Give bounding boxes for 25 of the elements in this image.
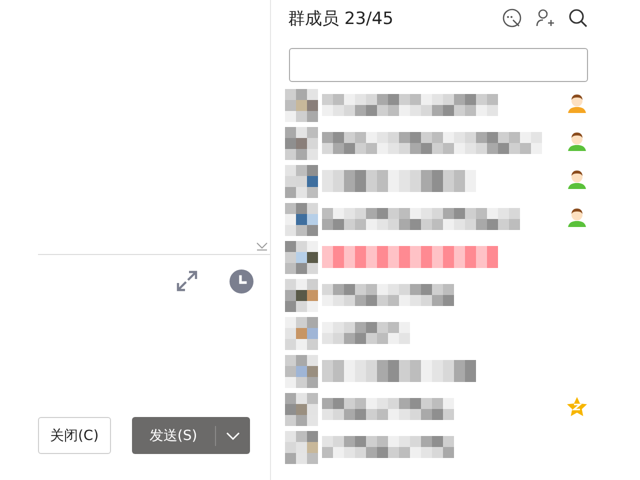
chat-off-icon[interactable] bbox=[502, 8, 522, 28]
send-button[interactable]: 发送(S) bbox=[132, 417, 250, 454]
pixelated-avatar bbox=[285, 392, 318, 426]
search-icon[interactable] bbox=[568, 8, 588, 28]
pixelated-avatar bbox=[285, 126, 318, 160]
member-badge-icon bbox=[566, 206, 588, 228]
pixelated-avatar bbox=[285, 88, 318, 122]
search-field[interactable] bbox=[289, 48, 588, 82]
pixelated-avatar bbox=[285, 278, 318, 312]
pixelated-avatar bbox=[285, 240, 318, 274]
pixelated-avatar bbox=[285, 202, 318, 236]
member-badge-icon bbox=[566, 92, 588, 114]
member-badge-icon bbox=[566, 168, 588, 190]
pixelated-avatar bbox=[285, 316, 318, 350]
pixelated-avatar bbox=[285, 164, 318, 198]
expand-icon[interactable] bbox=[175, 269, 199, 293]
collapse-icon[interactable] bbox=[256, 242, 268, 251]
pixelated-avatar bbox=[285, 430, 318, 464]
add-member-icon[interactable] bbox=[535, 8, 555, 28]
panel-title: 群成员 23/45 bbox=[287, 8, 394, 30]
pixelated-avatar bbox=[285, 354, 318, 388]
close-button[interactable]: 关闭(C) bbox=[38, 417, 111, 454]
member-badge-icon bbox=[566, 130, 588, 152]
clock-icon[interactable] bbox=[229, 269, 254, 294]
star-badge-icon bbox=[566, 396, 588, 418]
